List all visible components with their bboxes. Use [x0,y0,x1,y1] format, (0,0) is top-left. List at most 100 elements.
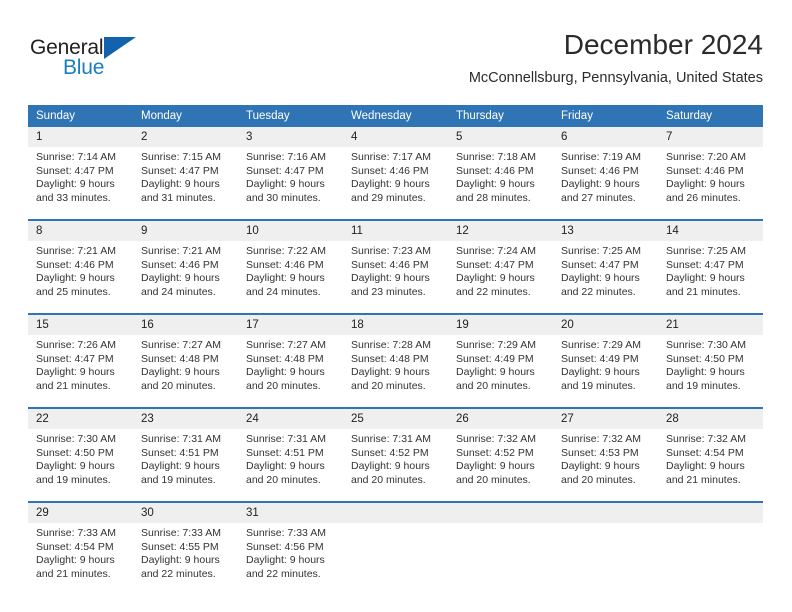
daylight-text-line1: Daylight: 9 hours [246,178,325,191]
sunrise-text: Sunrise: 7:32 AM [561,433,641,445]
day-cell[interactable]: 29 Sunrise: 7:33 AM Sunset: 4:54 PM Dayl… [28,501,133,595]
daylight-text-line1: Daylight: 9 hours [246,366,325,379]
day-cell[interactable]: 18 Sunrise: 7:28 AM Sunset: 4:48 PM Dayl… [343,313,448,408]
daylight-text-line1: Daylight: 9 hours [246,554,325,567]
day-cell[interactable]: 25 Sunrise: 7:31 AM Sunset: 4:52 PM Dayl… [343,407,448,502]
sunset-text: Sunset: 4:51 PM [141,446,219,459]
sunrise-text: Sunrise: 7:29 AM [561,339,641,351]
sunset-text: Sunset: 4:46 PM [561,164,639,177]
sunrise-text: Sunrise: 7:27 AM [246,339,326,351]
day-cell[interactable]: 9 Sunrise: 7:21 AM Sunset: 4:46 PM Dayli… [133,219,238,314]
day-cell[interactable]: 20 Sunrise: 7:29 AM Sunset: 4:49 PM Dayl… [553,313,658,408]
day-number: 8 [28,221,133,241]
day-details: Sunrise: 7:27 AM Sunset: 4:48 PM Dayligh… [133,335,238,407]
sunrise-text: Sunrise: 7:33 AM [141,527,221,539]
sunrise-text: Sunrise: 7:31 AM [246,433,326,445]
sunset-text: Sunset: 4:46 PM [456,164,534,177]
day-cell[interactable]: 17 Sunrise: 7:27 AM Sunset: 4:48 PM Dayl… [238,313,343,408]
sunrise-text: Sunrise: 7:32 AM [666,433,746,445]
day-details: Sunrise: 7:31 AM Sunset: 4:51 PM Dayligh… [238,429,343,501]
daylight-text-line2: and 19 minutes. [36,473,111,486]
day-cell[interactable]: 19 Sunrise: 7:29 AM Sunset: 4:49 PM Dayl… [448,313,553,408]
day-cell[interactable]: 13 Sunrise: 7:25 AM Sunset: 4:47 PM Dayl… [553,219,658,314]
daylight-text-line2: and 20 minutes. [351,379,426,392]
day-details: Sunrise: 7:18 AM Sunset: 4:46 PM Dayligh… [448,147,553,219]
day-cell[interactable]: 27 Sunrise: 7:32 AM Sunset: 4:53 PM Dayl… [553,407,658,502]
day-cell[interactable]: 2 Sunrise: 7:15 AM Sunset: 4:47 PM Dayli… [133,127,238,220]
day-cell[interactable]: 6 Sunrise: 7:19 AM Sunset: 4:46 PM Dayli… [553,127,658,220]
day-details: Sunrise: 7:30 AM Sunset: 4:50 PM Dayligh… [658,335,763,407]
sunrise-text: Sunrise: 7:15 AM [141,151,221,163]
weekday-header-thursday: Thursday [448,105,553,127]
day-details: Sunrise: 7:25 AM Sunset: 4:47 PM Dayligh… [553,241,658,313]
sunrise-text: Sunrise: 7:14 AM [36,151,116,163]
sunset-text: Sunset: 4:47 PM [666,258,744,271]
day-cell[interactable]: 31 Sunrise: 7:33 AM Sunset: 4:56 PM Dayl… [238,501,343,595]
day-details: Sunrise: 7:33 AM Sunset: 4:56 PM Dayligh… [238,523,343,595]
sunset-text: Sunset: 4:47 PM [36,352,114,365]
daylight-text-line1: Daylight: 9 hours [36,460,115,473]
day-cell[interactable]: 3 Sunrise: 7:16 AM Sunset: 4:47 PM Dayli… [238,127,343,220]
day-cell[interactable]: 30 Sunrise: 7:33 AM Sunset: 4:55 PM Dayl… [133,501,238,595]
day-details: Sunrise: 7:19 AM Sunset: 4:46 PM Dayligh… [553,147,658,219]
day-cell[interactable]: 28 Sunrise: 7:32 AM Sunset: 4:54 PM Dayl… [658,407,763,502]
day-cell[interactable]: 7 Sunrise: 7:20 AM Sunset: 4:46 PM Dayli… [658,127,763,220]
sunrise-text: Sunrise: 7:30 AM [666,339,746,351]
day-cell[interactable]: 16 Sunrise: 7:27 AM Sunset: 4:48 PM Dayl… [133,313,238,408]
day-details: Sunrise: 7:24 AM Sunset: 4:47 PM Dayligh… [448,241,553,313]
sunset-text: Sunset: 4:47 PM [561,258,639,271]
weekday-header-monday: Monday [133,105,238,127]
day-cell[interactable]: 15 Sunrise: 7:26 AM Sunset: 4:47 PM Dayl… [28,313,133,408]
daylight-text-line1: Daylight: 9 hours [561,366,640,379]
day-cell[interactable]: 24 Sunrise: 7:31 AM Sunset: 4:51 PM Dayl… [238,407,343,502]
daylight-text-line2: and 21 minutes. [666,473,741,486]
daylight-text-line2: and 22 minutes. [561,285,636,298]
day-cell[interactable]: 4 Sunrise: 7:17 AM Sunset: 4:46 PM Dayli… [343,127,448,220]
day-number: 26 [448,409,553,429]
daylight-text-line1: Daylight: 9 hours [141,460,220,473]
day-cell[interactable]: 26 Sunrise: 7:32 AM Sunset: 4:52 PM Dayl… [448,407,553,502]
daylight-text-line2: and 20 minutes. [351,473,426,486]
day-cell[interactable]: 5 Sunrise: 7:18 AM Sunset: 4:46 PM Dayli… [448,127,553,220]
day-cell[interactable]: 10 Sunrise: 7:22 AM Sunset: 4:46 PM Dayl… [238,219,343,314]
day-details: Sunrise: 7:29 AM Sunset: 4:49 PM Dayligh… [448,335,553,407]
sunset-text: Sunset: 4:46 PM [351,164,429,177]
day-number: 16 [133,315,238,335]
daylight-text-line1: Daylight: 9 hours [36,366,115,379]
weekday-header-wednesday: Wednesday [343,105,448,127]
sunset-text: Sunset: 4:48 PM [351,352,429,365]
daylight-text-line2: and 21 minutes. [36,567,111,580]
day-cell-empty [658,501,763,595]
daylight-text-line2: and 21 minutes. [36,379,111,392]
day-cell[interactable]: 22 Sunrise: 7:30 AM Sunset: 4:50 PM Dayl… [28,407,133,502]
daylight-text-line1: Daylight: 9 hours [351,366,430,379]
day-cell[interactable]: 8 Sunrise: 7:21 AM Sunset: 4:46 PM Dayli… [28,219,133,314]
day-number: 11 [343,221,448,241]
day-number: 9 [133,221,238,241]
day-details: Sunrise: 7:32 AM Sunset: 4:54 PM Dayligh… [658,429,763,501]
sunrise-text: Sunrise: 7:21 AM [141,245,221,257]
sun-times-calendar-table: Sunday Monday Tuesday Wednesday Thursday… [28,105,763,595]
sunrise-text: Sunrise: 7:31 AM [141,433,221,445]
sunset-text: Sunset: 4:48 PM [246,352,324,365]
sunrise-text: Sunrise: 7:29 AM [456,339,536,351]
day-cell[interactable]: 11 Sunrise: 7:23 AM Sunset: 4:46 PM Dayl… [343,219,448,314]
day-cell[interactable]: 23 Sunrise: 7:31 AM Sunset: 4:51 PM Dayl… [133,407,238,502]
day-cell[interactable]: 12 Sunrise: 7:24 AM Sunset: 4:47 PM Dayl… [448,219,553,314]
daylight-text-line1: Daylight: 9 hours [561,460,640,473]
logo-text-blue: Blue [63,56,105,79]
day-details: Sunrise: 7:30 AM Sunset: 4:50 PM Dayligh… [28,429,133,501]
sunrise-text: Sunrise: 7:20 AM [666,151,746,163]
sunrise-text: Sunrise: 7:19 AM [561,151,641,163]
location-subtitle: McConnellsburg, Pennsylvania, United Sta… [468,70,763,86]
daylight-text-line1: Daylight: 9 hours [246,460,325,473]
sunset-text: Sunset: 4:46 PM [246,258,324,271]
day-cell[interactable]: 1 Sunrise: 7:14 AM Sunset: 4:47 PM Dayli… [28,127,133,220]
daylight-text-line2: and 24 minutes. [246,285,321,298]
day-number: 24 [238,409,343,429]
day-cell[interactable]: 21 Sunrise: 7:30 AM Sunset: 4:50 PM Dayl… [658,313,763,408]
day-cell[interactable]: 14 Sunrise: 7:25 AM Sunset: 4:47 PM Dayl… [658,219,763,314]
sunset-text: Sunset: 4:49 PM [456,352,534,365]
daylight-text-line2: and 23 minutes. [351,285,426,298]
daylight-text-line2: and 19 minutes. [666,379,741,392]
